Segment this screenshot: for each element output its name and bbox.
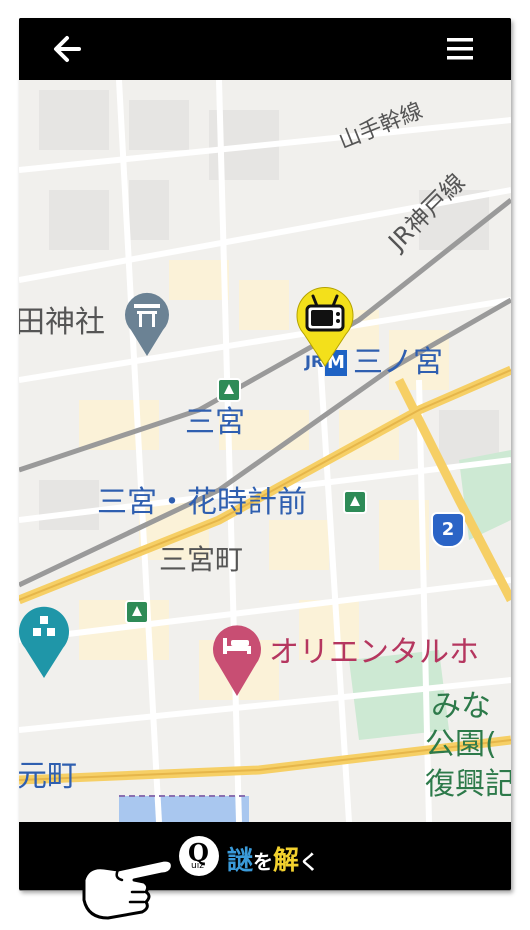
top-bar (19, 18, 511, 80)
solve-mystery-button[interactable]: Q uiz 謎を解く (179, 832, 359, 880)
label-oriental-hotel[interactable]: オリエンタルホ (269, 638, 479, 668)
quiz-logo: Q uiz (179, 836, 219, 876)
bed-icon[interactable] (209, 616, 265, 698)
train-station-icon[interactable] (343, 490, 367, 514)
label-shrine: 田神社 (19, 305, 105, 340)
arrow-left-icon (54, 36, 81, 62)
train-station-icon[interactable] (125, 600, 149, 624)
label-hanadokei-mae[interactable]: 三宮・花時計前 (97, 488, 307, 518)
quiz-text-3: 解 (273, 846, 300, 876)
tv-icon[interactable] (293, 284, 357, 368)
solve-mystery-label: 謎を解く (227, 840, 319, 877)
label-motomachi: 元町 (19, 759, 77, 794)
quiz-text-1: 謎 (227, 846, 254, 876)
torii-icon[interactable] (119, 286, 175, 358)
location-pin-icon[interactable] (19, 600, 73, 680)
train-station-icon[interactable] (217, 378, 241, 402)
label-sannomiya-station[interactable]: 三ノ宮 (353, 348, 443, 378)
label-mina: みな (431, 689, 491, 724)
quiz-text-4: く (299, 850, 320, 874)
menu-button[interactable] (441, 34, 481, 66)
label-park: 公園( (425, 727, 497, 762)
label-fukko: 復興記 (425, 767, 511, 802)
label-sannomiya-cho: 三宮町 (159, 543, 244, 576)
map-view[interactable]: 山手幹線 JR神戸線 田神社 JR M 三ノ宮 三宮 三宮・花時計前 三宮町 オ… (19, 80, 511, 822)
hamburger-menu-icon (447, 38, 473, 60)
back-button[interactable] (49, 32, 89, 66)
quiz-text-2: を (253, 850, 274, 874)
quiz-logo-sub: uiz (191, 861, 204, 871)
pointing-hand-icon (82, 858, 174, 920)
phone-frame: 山手幹線 JR神戸線 田神社 JR M 三ノ宮 三宮 三宮・花時計前 三宮町 オ… (19, 18, 511, 890)
route-shield: 2 (431, 512, 465, 548)
label-sannomiya[interactable]: 三宮 (185, 408, 245, 438)
